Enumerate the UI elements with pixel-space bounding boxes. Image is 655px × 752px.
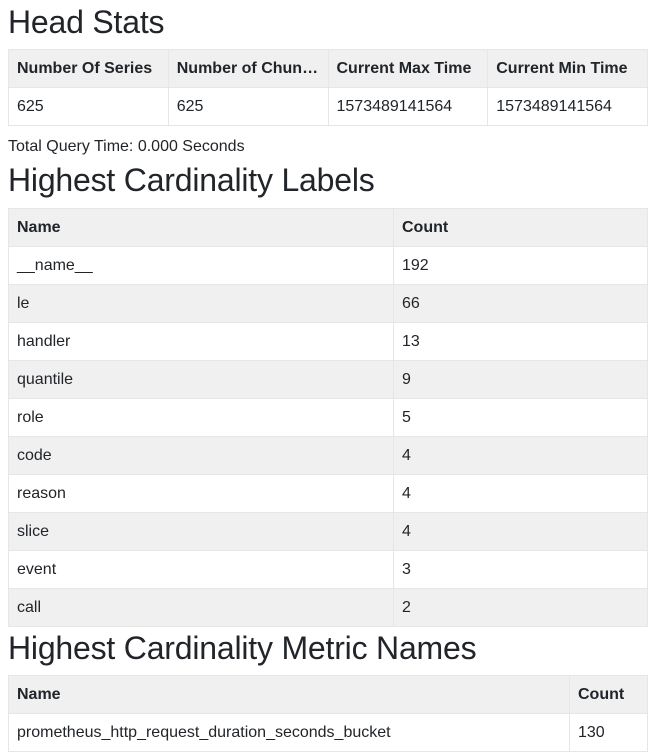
cell-label-name: quantile xyxy=(8,359,394,399)
cell-number-of-chunks: 625 xyxy=(167,87,329,127)
cell-metric-count: 130 xyxy=(569,713,648,752)
column-header-name: Name xyxy=(8,207,394,247)
cell-label-count: 4 xyxy=(393,473,648,513)
column-header-current-max-time: Current Max Time xyxy=(327,49,489,89)
table-row: le 66 xyxy=(8,283,648,323)
table-row: prometheus_http_request_duration_seconds… xyxy=(8,713,648,752)
cardinality-metric-names-table: Name Count prometheus_http_request_durat… xyxy=(8,675,648,752)
table-row: event 3 xyxy=(8,549,648,589)
table-row: call 2 xyxy=(8,587,648,627)
cell-current-min-time: 1573489141564 xyxy=(487,87,648,127)
cell-current-max-time: 1573489141564 xyxy=(327,87,489,127)
column-header-number-of-chunks: Number of Chunks xyxy=(167,49,329,89)
column-header-count: Count xyxy=(569,675,648,715)
cell-number-of-series: 625 xyxy=(8,87,169,127)
table-row: reason 4 xyxy=(8,473,648,513)
cell-label-name: call xyxy=(8,587,394,627)
cell-label-name: slice xyxy=(8,511,394,551)
cell-label-count: 9 xyxy=(393,359,648,399)
head-stats-table: Number Of Series Number of Chunks Curren… xyxy=(8,49,648,127)
table-header-row: Name Count xyxy=(8,675,648,715)
cell-label-count: 66 xyxy=(393,283,648,323)
table-row: quantile 9 xyxy=(8,359,648,399)
tsdb-status-page: Head Stats Number Of Series Number of Ch… xyxy=(0,3,655,752)
cell-label-name: le xyxy=(8,283,394,323)
table-row: handler 13 xyxy=(8,321,648,361)
table-row: __name__ 192 xyxy=(8,245,648,285)
cell-label-name: role xyxy=(8,397,394,437)
cell-label-count: 13 xyxy=(393,321,648,361)
total-query-time: Total Query Time: 0.000 Seconds xyxy=(8,138,245,156)
cardinality-labels-table: Name Count __name__ 192 le 66 handler 13… xyxy=(8,207,648,627)
cell-label-name: handler xyxy=(8,321,394,361)
cell-label-count: 3 xyxy=(393,549,648,589)
column-header-current-min-time: Current Min Time xyxy=(487,49,648,89)
cell-label-name: event xyxy=(8,549,394,589)
cardinality-labels-title: Highest Cardinality Labels xyxy=(8,162,375,199)
cardinality-metric-names-title: Highest Cardinality Metric Names xyxy=(8,629,477,666)
cell-label-name: __name__ xyxy=(8,245,394,285)
cell-metric-name: prometheus_http_request_duration_seconds… xyxy=(8,713,570,752)
head-stats-title: Head Stats xyxy=(8,4,165,40)
column-header-count: Count xyxy=(393,207,648,247)
table-row: role 5 xyxy=(8,397,648,437)
cell-label-count: 5 xyxy=(393,397,648,437)
table-row: 625 625 1573489141564 1573489141564 xyxy=(8,87,648,127)
table-header-row: Number Of Series Number of Chunks Curren… xyxy=(8,49,648,89)
cell-label-count: 4 xyxy=(393,435,648,475)
cell-label-count: 4 xyxy=(393,511,648,551)
column-header-number-of-series: Number Of Series xyxy=(8,49,169,89)
cell-label-count: 192 xyxy=(393,245,648,285)
cell-label-name: code xyxy=(8,435,394,475)
table-row: slice 4 xyxy=(8,511,648,551)
table-header-row: Name Count xyxy=(8,207,648,247)
table-row: code 4 xyxy=(8,435,648,475)
column-header-name: Name xyxy=(8,675,570,715)
cell-label-count: 2 xyxy=(393,587,648,627)
cell-label-name: reason xyxy=(8,473,394,513)
